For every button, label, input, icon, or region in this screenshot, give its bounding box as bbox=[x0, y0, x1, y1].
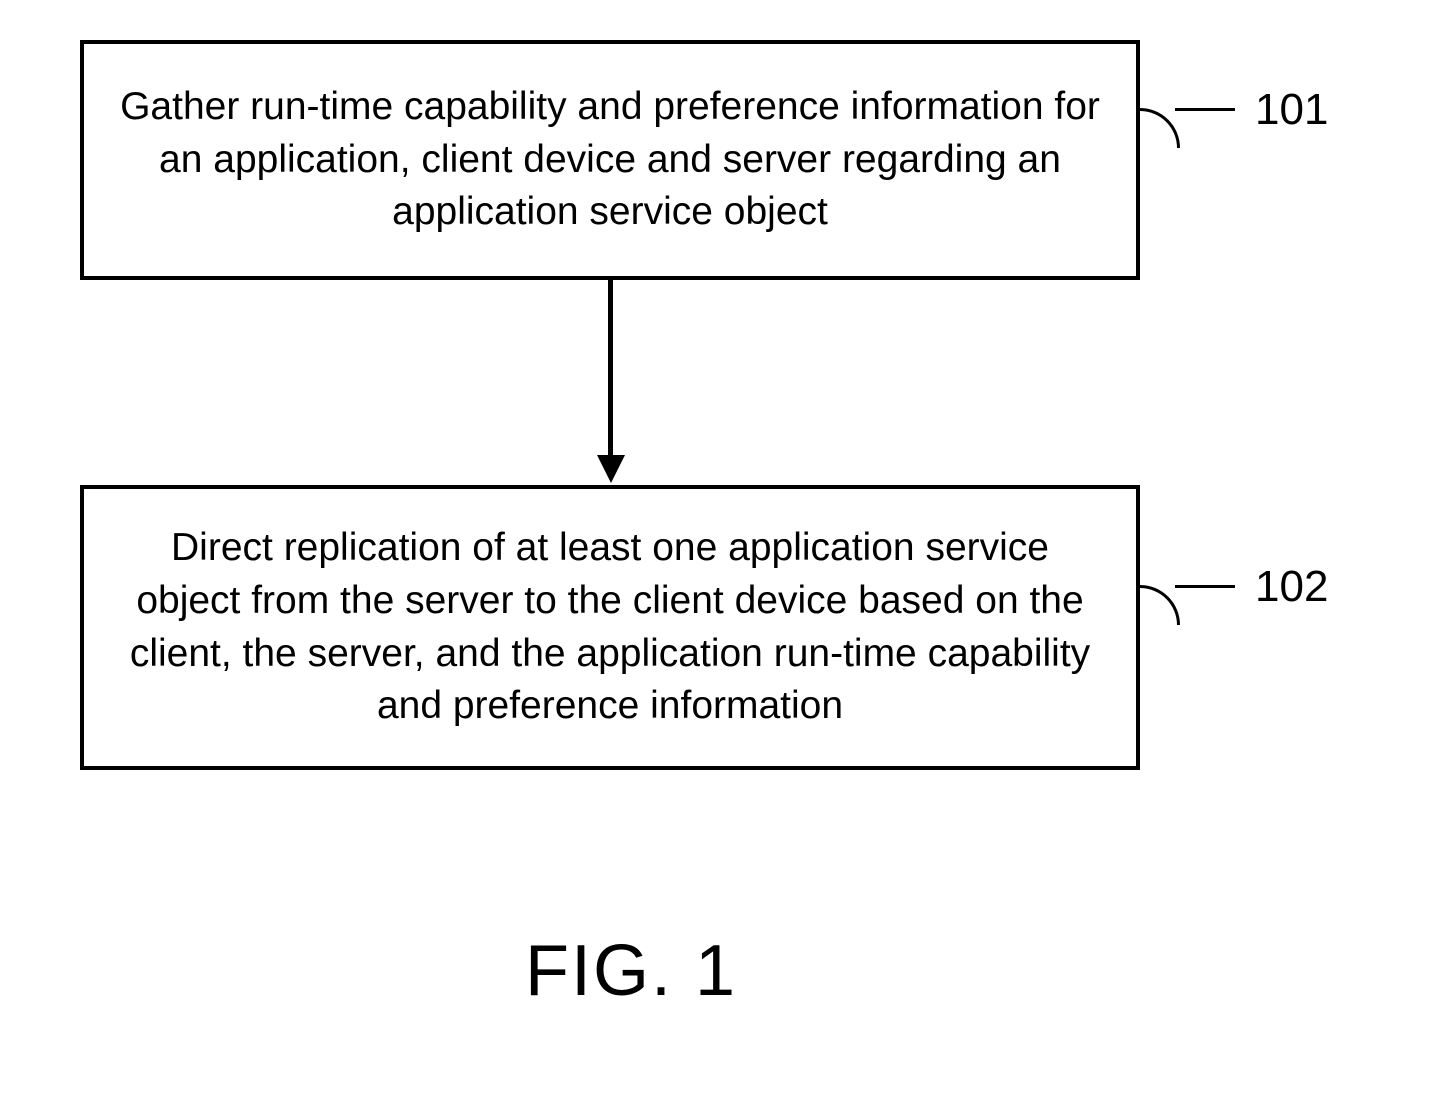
step-1-text: Gather run-time capability and preferenc… bbox=[114, 81, 1106, 239]
leader-curve-2 bbox=[1140, 585, 1180, 625]
step-2-text: Direct replication of at least one appli… bbox=[114, 522, 1106, 733]
leader-curve-1 bbox=[1140, 108, 1180, 148]
figure-caption: FIG. 1 bbox=[525, 930, 737, 1012]
arrow-shaft bbox=[608, 280, 613, 460]
step-2-label: 102 bbox=[1255, 562, 1328, 612]
step-1-label: 101 bbox=[1255, 85, 1328, 135]
flowchart-step-2: Direct replication of at least one appli… bbox=[80, 485, 1140, 770]
arrow-head-icon bbox=[597, 455, 625, 483]
flowchart-step-1: Gather run-time capability and preferenc… bbox=[80, 40, 1140, 280]
leader-line-2 bbox=[1175, 585, 1235, 588]
leader-line-1 bbox=[1175, 108, 1235, 111]
